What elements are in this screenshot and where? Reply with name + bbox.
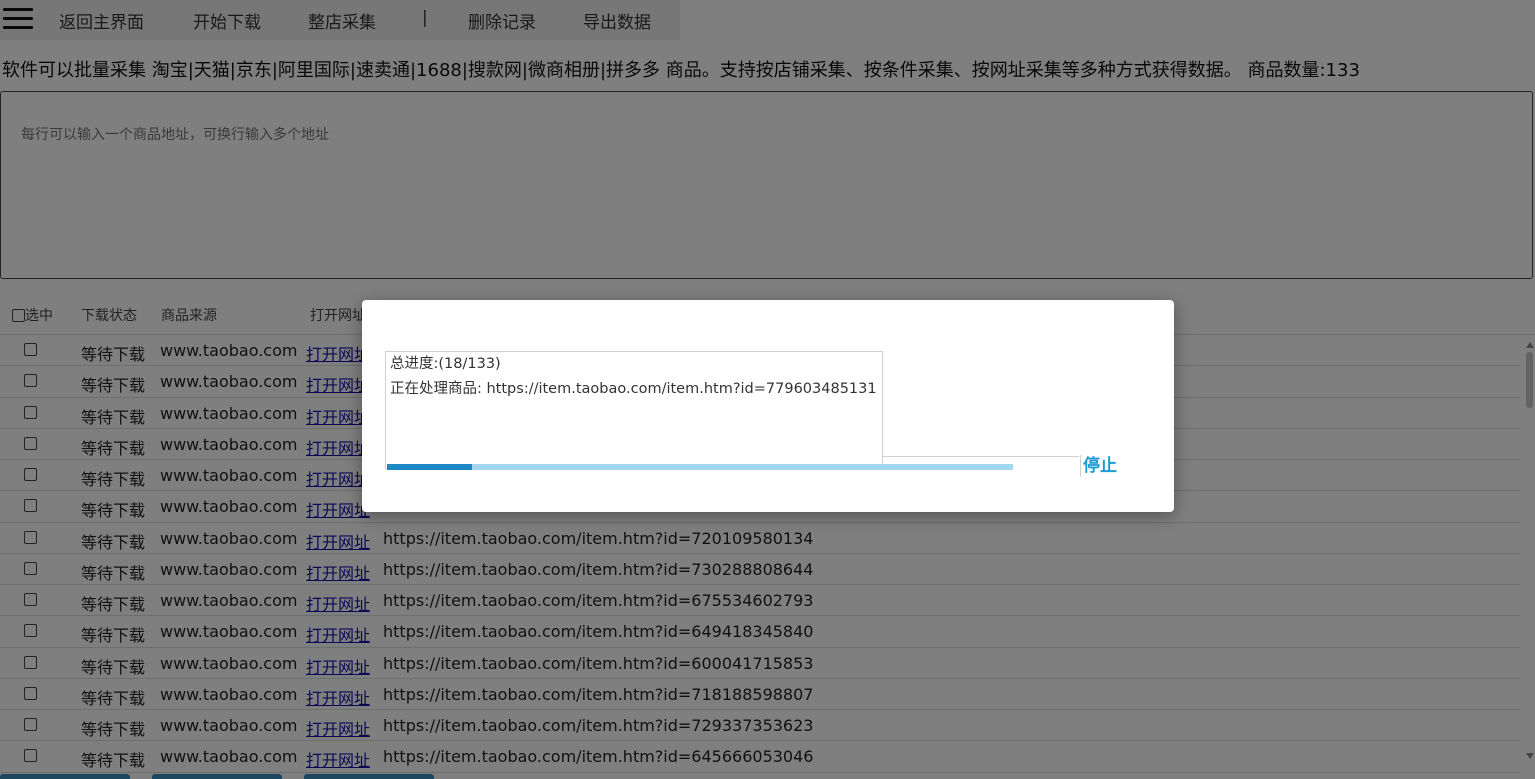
progress-text: 总进度:(18/133) bbox=[390, 356, 501, 372]
progress-log: 总进度:(18/133) 正在处理商品: https://item.taobao… bbox=[385, 351, 883, 469]
processing-text: 正在处理商品: https://item.taobao.com/item.htm… bbox=[390, 381, 877, 397]
progress-dialog: 总进度:(18/133) 正在处理商品: https://item.taobao… bbox=[362, 300, 1174, 512]
divider bbox=[883, 456, 1079, 457]
stop-button[interactable]: 停止 bbox=[1080, 455, 1117, 477]
progress-bar-fill bbox=[387, 464, 472, 470]
progress-bar bbox=[387, 464, 1013, 470]
